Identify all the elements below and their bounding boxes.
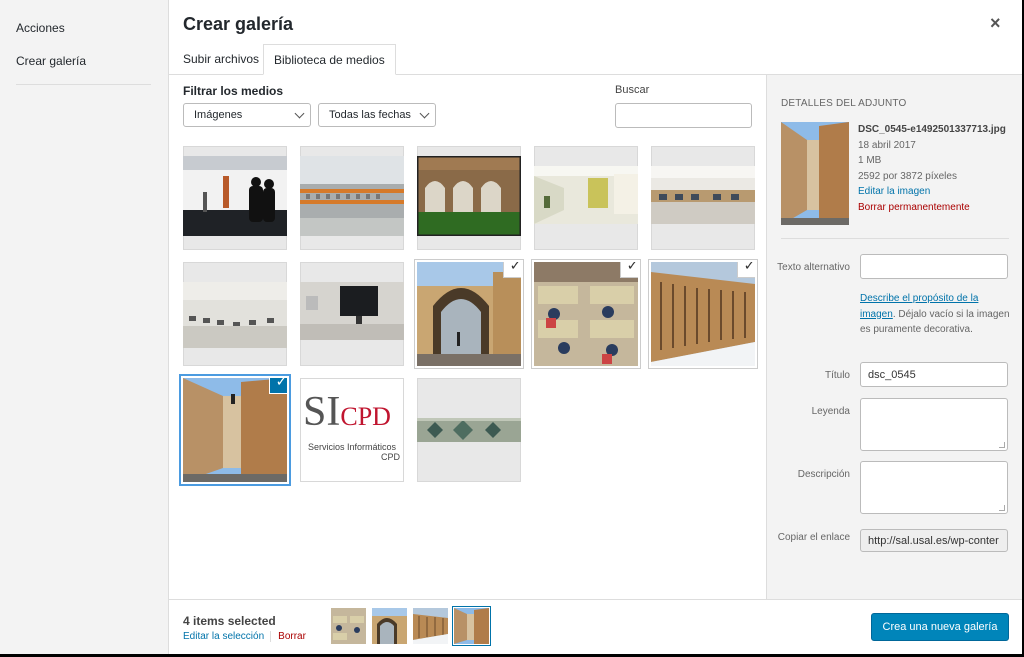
attachment-preview — [781, 122, 849, 225]
selected-check-icon[interactable]: ✓ — [504, 262, 521, 277]
photo-corridor — [534, 166, 638, 224]
attachment-filename: DSC_0545-e1492501337713.jpg — [858, 124, 1006, 135]
attachment-dimensions: 2592 por 3872 píxeles — [858, 170, 957, 182]
photo-stone-arch — [417, 262, 521, 366]
attachment-date: 18 abril 2017 — [858, 139, 916, 151]
menu-separator — [16, 84, 151, 85]
menu-actions-label: Acciones — [16, 21, 65, 35]
photo-monitor — [300, 282, 404, 340]
attachment-thumbnail[interactable] — [300, 262, 404, 366]
alt-text-help: Describe el propósito de la imagen. Déja… — [860, 291, 1010, 338]
selection-count: 4 items selected — [183, 614, 276, 628]
delete-permanently-link[interactable]: Borrar permanentemente — [858, 200, 1006, 216]
filter-media-label: Filtrar los medios — [183, 84, 284, 98]
caption-field[interactable] — [860, 398, 1008, 451]
attachment-details-sidebar: DETALLES DEL ADJUNTO DSC_0545-e149250133… — [766, 75, 1022, 599]
attachment-thumbnail[interactable]: SICPD Servicios Informáticos CPD — [300, 378, 404, 482]
selection-thumbnail[interactable] — [331, 608, 366, 644]
attachments-browser: Filtrar los medios Imágenes Todas las fe… — [169, 75, 766, 599]
search-input[interactable] — [615, 103, 752, 128]
logo-subtitle-line1: Servicios Informáticos — [307, 442, 397, 452]
sicpd-logo: SICPD — [303, 390, 403, 450]
search-label: Buscar — [615, 84, 650, 96]
attachment-thumbnail[interactable] — [417, 146, 521, 250]
date-filter-select[interactable]: Todas las fechas — [318, 103, 436, 127]
attachment-details-heading: DETALLES DEL ADJUNTO — [781, 98, 907, 109]
photo-narrow-street — [183, 378, 287, 482]
edit-image-link[interactable]: Editar la imagen — [858, 184, 1006, 200]
description-field[interactable] — [860, 461, 1008, 514]
attachment-thumbnail[interactable] — [651, 146, 755, 250]
photo-building-facade — [300, 156, 404, 236]
chevron-down-icon — [419, 108, 430, 119]
selected-check-icon[interactable]: ✓ — [738, 262, 755, 277]
selection-thumbnail[interactable] — [413, 608, 448, 644]
title-label: Título — [824, 370, 850, 381]
selected-check-icon[interactable]: ✓ — [621, 262, 638, 277]
media-type-value: Imágenes — [194, 109, 243, 121]
create-gallery-button[interactable]: Crea una nueva galería — [871, 613, 1009, 641]
date-filter-value: Todas las fechas — [329, 109, 411, 121]
description-label: Descripción — [797, 469, 850, 480]
close-icon[interactable]: × — [990, 13, 1001, 34]
media-modal: Acciones Crear galería Crear galería × S… — [0, 0, 1022, 654]
photo-mosaic-banner — [417, 418, 521, 442]
resize-handle-icon[interactable] — [999, 442, 1005, 448]
photo-cloister — [417, 156, 521, 236]
attachment-thumbnail[interactable] — [417, 378, 521, 482]
tab-upload-files[interactable]: Subir archivos — [173, 44, 269, 75]
edit-selection-link[interactable]: Editar la selección — [183, 631, 264, 642]
selection-thumbnail[interactable] — [372, 608, 407, 644]
copy-link-field[interactable] — [860, 529, 1008, 552]
attachment-filesize: 1 MB — [858, 155, 882, 166]
caption-label: Leyenda — [811, 406, 850, 417]
attachment-thumbnail[interactable] — [183, 262, 287, 366]
selection-thumbnail-active[interactable] — [454, 608, 489, 644]
alt-text-field[interactable] — [860, 254, 1008, 279]
selection-actions: Editar la selección Borrar — [183, 631, 306, 642]
attachment-thumbnail-selected[interactable]: ✓ — [651, 262, 755, 366]
media-toolbar: 4 items selected Editar la selección Borr… — [169, 599, 1022, 654]
menu-item-create-gallery[interactable]: Crear galería — [16, 54, 86, 68]
attachment-thumbnail[interactable] — [300, 146, 404, 250]
selected-check-icon[interactable]: ✓ — [270, 378, 287, 393]
logo-cpd-text: CPD — [340, 402, 391, 431]
tab-media-library[interactable]: Biblioteca de medios — [263, 44, 396, 75]
media-type-select[interactable]: Imágenes — [183, 103, 311, 127]
resize-handle-icon[interactable] — [999, 505, 1005, 511]
photo-empty-lab — [183, 282, 287, 348]
chevron-down-icon — [294, 108, 305, 119]
attachment-thumbnail[interactable] — [534, 146, 638, 250]
media-router-tabs: Subir archivos Biblioteca de medios — [169, 44, 1022, 75]
attachment-thumbnail[interactable] — [183, 146, 287, 250]
logo-si-text: SI — [303, 389, 341, 435]
attachment-thumbnail-selected[interactable]: ✓ — [417, 262, 521, 366]
copy-link-label: Copiar el enlace — [777, 532, 850, 543]
photo-sandstone-building — [651, 262, 755, 366]
alt-text-label: Texto alternativo — [777, 262, 850, 273]
photo-students — [534, 262, 638, 366]
logo-subtitle-line2: CPD — [380, 452, 400, 462]
attachment-thumbnail-focused[interactable]: ✓ — [183, 378, 287, 482]
details-separator — [781, 238, 1009, 239]
modal-title: Crear galería — [183, 14, 294, 34]
photo-silhouettes — [183, 156, 287, 236]
logo-subtitle: Servicios Informáticos CPD — [300, 442, 404, 462]
title-field[interactable] — [860, 362, 1008, 387]
attachment-thumbnail-selected[interactable]: ✓ — [534, 262, 638, 366]
attachment-info: DSC_0545-e1492501337713.jpg 18 abril 201… — [858, 122, 1006, 215]
clear-selection-link[interactable]: Borrar — [270, 631, 306, 642]
media-menu: Acciones Crear galería — [0, 0, 169, 654]
photo-computer-lab — [651, 166, 755, 224]
